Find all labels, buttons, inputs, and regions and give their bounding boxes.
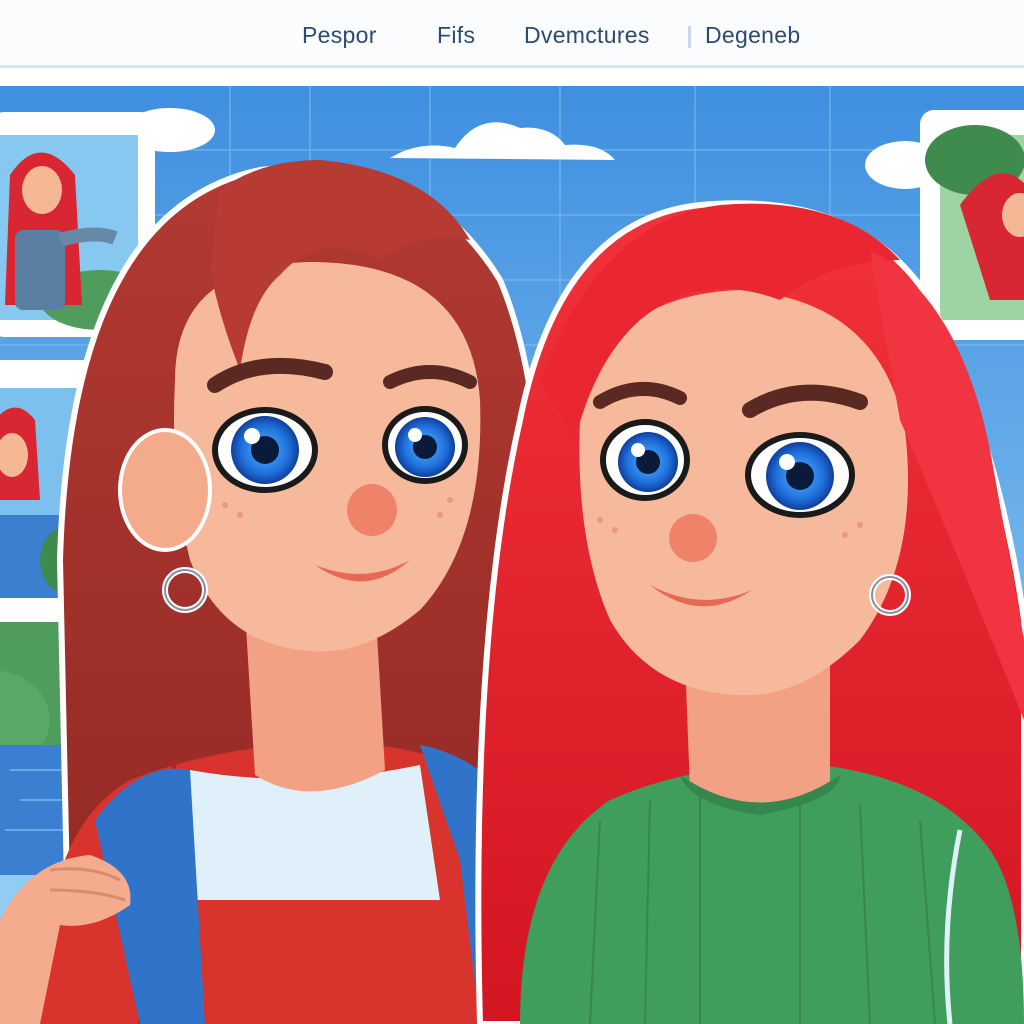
nav-divider-icon <box>688 25 701 48</box>
nav-item-label: Degeneb <box>705 22 801 48</box>
top-nav-bar: Pespor Fifs Dvemctures Degeneb <box>0 0 1024 68</box>
nav-item-degeneb[interactable]: Degeneb <box>688 22 800 49</box>
right-girl <box>475 200 1024 1024</box>
hero-illustration <box>0 86 1024 1024</box>
nav-item-dvemctures[interactable]: Dvemctures <box>524 22 650 49</box>
page: Pespor Fifs Dvemctures Degeneb <box>0 0 1024 1024</box>
nav-item-fifs[interactable]: Fifs <box>437 22 475 49</box>
nav-item-pespor[interactable]: Pespor <box>302 22 377 49</box>
